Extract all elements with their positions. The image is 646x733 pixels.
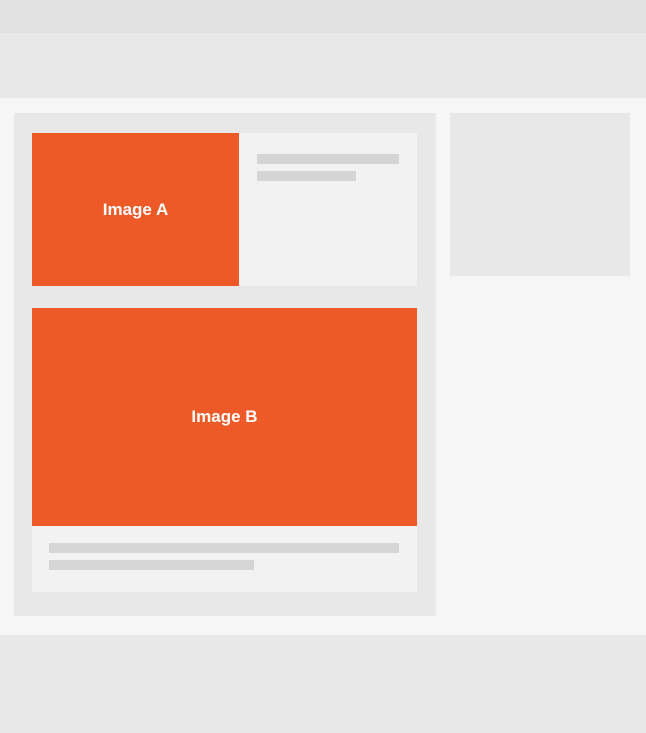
card-b-image-label: Image B [191,407,258,426]
card-a-image[interactable]: Image A [32,133,239,286]
card-b-text-placeholder-1 [49,543,399,553]
header-band [0,33,646,98]
card-b-image[interactable]: Image B [32,308,417,526]
sidebar-panel [450,113,630,276]
card-b[interactable]: Image B [32,308,417,592]
content-panel: Image A Image B [14,113,436,616]
card-a-text-placeholder-1 [257,154,399,164]
card-a[interactable]: Image A [32,133,417,286]
top-bar [0,0,646,33]
card-b-text-placeholder-2 [49,560,254,570]
main-area: Image A Image B [0,98,646,635]
card-a-image-label: Image A [102,199,169,219]
footer-band [0,635,646,733]
card-a-text-placeholder-2 [257,171,356,181]
